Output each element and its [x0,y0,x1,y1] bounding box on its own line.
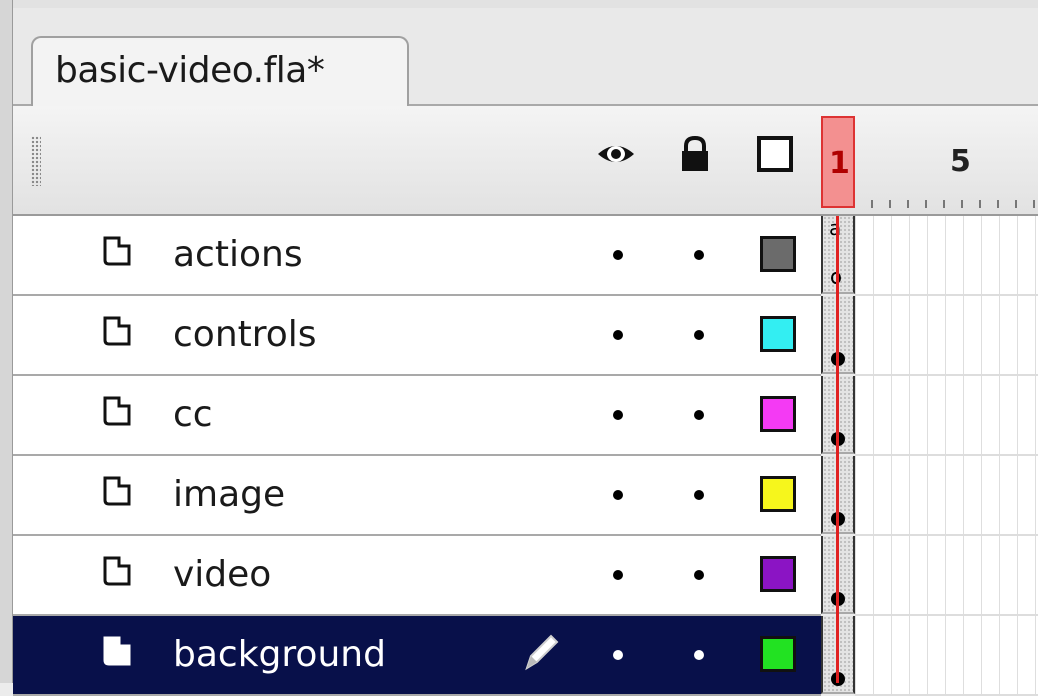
panel-gripper[interactable] [31,136,41,186]
layer-icon [103,476,131,506]
layer-frames[interactable] [855,536,1038,616]
panel-top-border [0,0,1038,8]
layer-icon [103,316,131,346]
layer-row-body[interactable]: cc [13,376,821,456]
layer-frames[interactable] [855,216,1038,296]
timeline-header: 1 5 [13,106,1038,216]
layer-row[interactable]: image [13,456,1038,536]
playhead-line [836,216,839,683]
layer-name: video [173,554,272,595]
layer-row[interactable]: cc [13,376,1038,456]
layer-row-body[interactable]: video [13,536,821,616]
layer-frames[interactable] [855,616,1038,696]
eye-icon[interactable] [596,134,636,174]
layer-row-body[interactable]: background [13,616,821,696]
visibility-dot[interactable] [613,330,623,340]
layer-name: cc [173,394,213,435]
layer-name: background [173,634,386,675]
layer-frames[interactable] [855,376,1038,456]
layer-row-body[interactable]: actions [13,216,821,296]
layer-name: controls [173,314,317,355]
visibility-dot[interactable] [613,570,623,580]
visibility-dot[interactable] [613,650,623,660]
outline-color-swatch[interactable] [760,636,796,672]
frame-ruler-ticks [871,188,1038,208]
layer-icon [103,636,131,666]
layer-frames[interactable] [855,456,1038,536]
frame-marker-label: 5 [950,144,971,179]
playhead-frame-number: 1 [829,146,850,181]
document-tab-bar: basic-video.fla* [13,8,1038,106]
layer-row-body[interactable]: controls [13,296,821,376]
layer-row[interactable]: background [13,616,1038,696]
outline-icon[interactable] [755,134,795,174]
outline-color-swatch[interactable] [760,236,796,272]
lock-dot[interactable] [694,330,704,340]
visibility-dot[interactable] [613,490,623,500]
outline-color-swatch[interactable] [760,316,796,352]
layer-icon [103,396,131,426]
lock-dot[interactable] [694,570,704,580]
layer-row-body[interactable]: image [13,456,821,536]
layer-list: actions a controls [13,216,1038,696]
layer-icon [103,556,131,586]
layer-row[interactable]: video [13,536,1038,616]
pencil-icon [525,634,559,671]
visibility-dot[interactable] [613,250,623,260]
lock-dot[interactable] [694,650,704,660]
panel-left-border [0,0,13,683]
layer-name: image [173,474,286,515]
lock-icon[interactable] [675,134,715,174]
playhead[interactable]: 1 [821,116,855,208]
timeline-panel: basic-video.fla* 1 5 actions controls cc… [0,0,1038,696]
layer-row[interactable]: controls [13,296,1038,376]
visibility-dot[interactable] [613,410,623,420]
layer-frames[interactable] [855,296,1038,376]
lock-dot[interactable] [694,250,704,260]
lock-dot[interactable] [694,490,704,500]
layer-icon [103,236,131,266]
outline-color-swatch[interactable] [760,476,796,512]
document-tab[interactable]: basic-video.fla* [31,36,409,106]
lock-dot[interactable] [694,410,704,420]
outline-color-swatch[interactable] [760,396,796,432]
document-tab-label: basic-video.fla* [55,50,325,91]
layer-name: actions [173,234,303,275]
outline-color-swatch[interactable] [760,556,796,592]
layer-row[interactable]: actions a [13,216,1038,296]
